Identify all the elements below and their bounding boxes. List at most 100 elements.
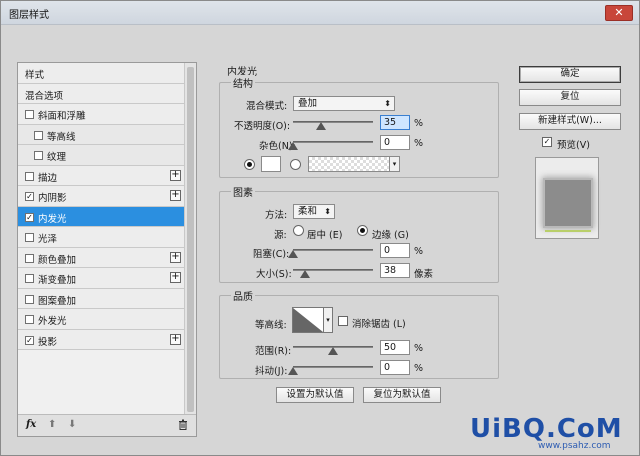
add-effect-icon[interactable]: + bbox=[170, 272, 181, 283]
noise-slider[interactable] bbox=[293, 141, 373, 143]
opacity-label: 不透明度(O): bbox=[234, 121, 291, 132]
preview-label: 预览(V) bbox=[557, 140, 590, 151]
sidebar-item-label: 内阴影 bbox=[38, 193, 67, 204]
contour-dropdown-icon[interactable]: ▾ bbox=[323, 307, 333, 333]
sidebar-item-label: 描边 bbox=[38, 172, 58, 184]
jitter-slider-thumb[interactable] bbox=[288, 367, 298, 375]
sidebar-item[interactable]: 描边 + bbox=[18, 165, 185, 186]
new-style-button[interactable]: 新建样式(W)... bbox=[519, 113, 621, 130]
sidebar-item[interactable]: 光泽 bbox=[18, 227, 185, 248]
opacity-slider[interactable] bbox=[293, 121, 373, 123]
source-center-label: 居中 (E) bbox=[307, 230, 343, 241]
range-input[interactable]: 50 bbox=[380, 340, 410, 355]
reset-default-button[interactable]: 复位为默认值 bbox=[363, 387, 441, 403]
style-checkbox[interactable] bbox=[25, 110, 34, 119]
blend-mode-value: 叠加 bbox=[298, 98, 318, 109]
window-title: 图层样式 bbox=[9, 10, 49, 21]
sidebar-item-label: 内发光 bbox=[38, 213, 67, 225]
title-bar[interactable]: 图层样式 ✕ bbox=[1, 1, 639, 25]
gradient-radio[interactable] bbox=[290, 159, 301, 170]
choke-slider[interactable] bbox=[293, 249, 373, 251]
sidebar-item-label: 颜色叠加 bbox=[38, 254, 77, 266]
elements-title: 图素 bbox=[231, 184, 255, 199]
style-checkbox[interactable] bbox=[34, 151, 43, 160]
structure-title: 结构 bbox=[231, 75, 255, 90]
noise-input[interactable]: 0 bbox=[380, 135, 410, 150]
close-button[interactable]: ✕ bbox=[605, 5, 633, 21]
styles-list-footer: fx ⬆ ⬇ bbox=[18, 414, 196, 436]
sidebar-item[interactable]: 斜面和浮雕 bbox=[18, 104, 185, 125]
blend-mode-label: 混合模式: bbox=[246, 101, 288, 112]
antialias-label: 消除锯齿 (L) bbox=[352, 319, 406, 330]
sidebar-item[interactable]: 渐变叠加 + bbox=[18, 268, 185, 289]
style-checkbox[interactable] bbox=[25, 294, 34, 304]
opacity-unit: % bbox=[414, 118, 424, 129]
add-effect-icon[interactable]: + bbox=[170, 251, 181, 263]
sidebar-item[interactable]: 混合选项 bbox=[18, 83, 185, 104]
sidebar-item[interactable]: 外发光 bbox=[18, 309, 185, 330]
choke-slider-thumb[interactable] bbox=[288, 250, 298, 258]
color-radio[interactable] bbox=[244, 159, 255, 170]
style-checkbox[interactable] bbox=[25, 315, 34, 324]
sidebar-item[interactable]: 等高线 bbox=[18, 124, 185, 145]
style-checkbox[interactable]: ✓ bbox=[25, 212, 34, 222]
noise-slider-thumb[interactable] bbox=[288, 142, 298, 150]
sidebar-item-label: 斜面和浮雕 bbox=[38, 111, 86, 122]
method-label: 方法: bbox=[265, 210, 288, 221]
range-unit: % bbox=[414, 343, 424, 354]
opacity-input[interactable]: 35 bbox=[380, 115, 410, 130]
size-slider-thumb[interactable] bbox=[300, 270, 311, 278]
styles-scrollbar[interactable] bbox=[184, 63, 196, 415]
sidebar-item[interactable]: 纹理 bbox=[18, 145, 185, 166]
fx-button[interactable]: fx bbox=[26, 419, 36, 430]
antialias-checkbox[interactable] bbox=[338, 316, 348, 326]
jitter-slider[interactable] bbox=[293, 366, 373, 368]
style-checkbox[interactable] bbox=[25, 233, 34, 242]
opacity-slider-thumb[interactable] bbox=[316, 122, 326, 130]
style-checkbox[interactable]: ✓ bbox=[25, 335, 34, 345]
sidebar-item-label: 投影 bbox=[38, 336, 58, 348]
method-select[interactable]: 柔和 ⬍ bbox=[293, 204, 335, 219]
size-label: 大小(S): bbox=[256, 269, 292, 280]
style-checkbox[interactable] bbox=[34, 130, 43, 140]
reset-button[interactable]: 复位 bbox=[519, 89, 621, 106]
add-effect-icon[interactable]: + bbox=[170, 333, 181, 345]
sidebar-item[interactable]: 样式 bbox=[18, 63, 185, 84]
contour-picker[interactable] bbox=[292, 307, 324, 333]
style-checkbox[interactable] bbox=[25, 274, 34, 283]
jitter-input[interactable]: 0 bbox=[380, 360, 410, 375]
sidebar-item-label: 渐变叠加 bbox=[38, 275, 77, 286]
ok-button[interactable]: 确定 bbox=[519, 66, 621, 83]
gradient-dropdown-icon[interactable]: ▾ bbox=[389, 157, 399, 171]
blend-mode-select[interactable]: 叠加 ⬍ bbox=[293, 96, 395, 111]
sidebar-item[interactable]: 图案叠加 bbox=[18, 288, 185, 309]
sidebar-item[interactable]: 颜色叠加 + bbox=[18, 247, 185, 268]
scrollbar-thumb[interactable] bbox=[187, 67, 194, 412]
style-checkbox[interactable] bbox=[25, 253, 34, 263]
add-effect-icon[interactable]: + bbox=[170, 190, 181, 201]
source-edge-radio[interactable] bbox=[357, 225, 368, 236]
range-label: 范围(R): bbox=[255, 346, 292, 357]
sidebar-item[interactable]: ✓ 内发光 bbox=[18, 206, 185, 227]
range-slider-thumb[interactable] bbox=[328, 347, 338, 355]
sidebar-item-label: 等高线 bbox=[47, 131, 76, 143]
glow-color-swatch[interactable] bbox=[261, 156, 281, 172]
make-default-button[interactable]: 设置为默认值 bbox=[276, 387, 354, 403]
size-input[interactable]: 38 bbox=[380, 263, 410, 278]
trash-icon[interactable] bbox=[178, 419, 188, 433]
sidebar-item[interactable]: ✓ 投影 + bbox=[18, 329, 185, 350]
add-effect-icon[interactable]: + bbox=[170, 169, 181, 181]
chevron-down-icon: ⬍ bbox=[324, 207, 331, 216]
jitter-label: 抖动(J): bbox=[255, 366, 288, 377]
move-down-icon[interactable]: ⬇ bbox=[68, 419, 76, 430]
choke-input[interactable]: 0 bbox=[380, 243, 410, 258]
style-checkbox[interactable]: ✓ bbox=[25, 192, 34, 201]
gradient-picker[interactable]: ▾ bbox=[308, 156, 400, 172]
source-center-radio[interactable] bbox=[293, 225, 304, 236]
move-up-icon[interactable]: ⬆ bbox=[48, 419, 56, 430]
sidebar-item[interactable]: ✓ 内阴影 + bbox=[18, 186, 185, 207]
preview-checkbox[interactable]: ✓ bbox=[542, 137, 552, 147]
watermark-logo: UiBQ.CoM bbox=[470, 414, 623, 444]
sidebar-item-label: 混合选项 bbox=[25, 90, 64, 102]
style-checkbox[interactable] bbox=[25, 171, 34, 181]
